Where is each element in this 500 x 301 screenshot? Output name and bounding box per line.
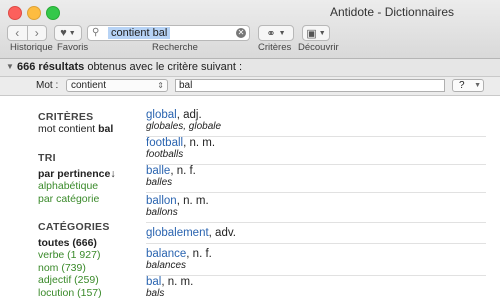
categories-title: CATÉGORIES	[38, 221, 110, 233]
result-forms: balances	[146, 260, 187, 271]
favorites-label: Favoris	[57, 42, 89, 53]
help-button[interactable]: ? ▼	[452, 79, 484, 92]
history-nav: ‹ ›	[7, 25, 47, 41]
forward-icon[interactable]: ›	[28, 26, 47, 40]
category-locution[interactable]: locution (157)	[38, 287, 110, 300]
results-header: ▼ 666 résultats obtenus avec le critère …	[0, 59, 500, 77]
chevron-down-icon: ▼	[474, 82, 481, 89]
result-grammar: , adj.	[176, 109, 202, 121]
criteria-line: mot contient	[38, 123, 99, 135]
result-item[interactable]: globalement, adv.	[146, 227, 486, 244]
result-item[interactable]: football, n. m. footballs	[146, 137, 486, 165]
result-forms: balles	[146, 177, 173, 188]
minimize-window-button[interactable]	[27, 6, 41, 20]
favorites-button[interactable]: ♥ ▼	[54, 25, 82, 41]
result-grammar: , adv.	[208, 227, 236, 239]
zoom-window-button[interactable]	[46, 6, 60, 20]
binoculars-icon: ⚭	[266, 27, 276, 40]
result-count: 666 résultats	[17, 61, 85, 73]
result-word[interactable]: bal	[146, 276, 161, 288]
sort-option-category[interactable]: par catégorie	[38, 193, 116, 206]
result-word[interactable]: globalement	[146, 227, 209, 239]
app-window: Antidote - Dictionnaires ‹ › ♥ ▼ ⚲ contie…	[0, 0, 500, 301]
criteria-section: CRITÈRES mot contient bal	[38, 111, 113, 135]
result-grammar: , n. m.	[183, 137, 216, 149]
help-label: ?	[459, 80, 465, 91]
criterion-value-input[interactable]: bal	[175, 79, 445, 92]
clear-search-icon[interactable]: ✕	[236, 28, 246, 38]
result-forms: footballs	[146, 149, 184, 160]
window-title: Antidote - Dictionnaires	[330, 5, 455, 19]
result-item[interactable]: balle, n. f. balles	[146, 165, 486, 193]
result-word[interactable]: football	[146, 137, 183, 149]
result-grammar: , n. m.	[161, 276, 194, 288]
heart-icon: ♥	[60, 27, 67, 39]
title-toolbar: Antidote - Dictionnaires ‹ › ♥ ▼ ⚲ contie…	[0, 0, 500, 59]
result-forms: bals	[146, 288, 165, 299]
result-item[interactable]: global, adj. globales, globale	[146, 109, 486, 137]
search-icon: ⚲	[92, 27, 100, 38]
result-word[interactable]: balance	[146, 248, 186, 260]
history-label: Historique	[10, 42, 53, 53]
shirt-icon: ▣	[306, 27, 317, 40]
select-arrows-icon: ⇕	[157, 81, 164, 90]
result-forms: globales, globale	[146, 121, 222, 132]
category-verb[interactable]: verbe (1 927)	[38, 249, 110, 262]
result-grammar: , n. f.	[170, 165, 196, 177]
result-word[interactable]: balle	[146, 165, 170, 177]
category-noun[interactable]: nom (739)	[38, 262, 110, 275]
sort-option-relevance[interactable]: par pertinence↓	[38, 168, 116, 181]
result-grammar: , n. f.	[186, 248, 212, 260]
result-item[interactable]: ballon, n. m. ballons	[146, 195, 486, 223]
criteria-word: bal	[98, 123, 114, 135]
criteria-label: Critères	[258, 42, 292, 53]
criteria-button[interactable]: ⚭ ▼	[258, 25, 294, 41]
sort-section: TRI par pertinence↓ alphabétique par cat…	[38, 152, 116, 205]
close-window-button[interactable]	[8, 6, 22, 20]
search-input[interactable]: contient bal	[108, 27, 171, 39]
category-adjective[interactable]: adjectif (259)	[38, 274, 110, 287]
criterion-mode-value: contient	[71, 80, 107, 91]
results-list: global, adj. globales, globale football,…	[135, 96, 500, 301]
result-grammar: , n. m.	[176, 195, 209, 207]
criteria-title: CRITÈRES	[38, 111, 94, 123]
sort-option-alphabetical[interactable]: alphabétique	[38, 180, 116, 193]
criterion-mode-select[interactable]: contient ⇕	[66, 79, 168, 92]
discover-label: Découvrir	[298, 42, 339, 53]
sort-title: TRI	[38, 152, 56, 164]
chevron-down-icon: ▼	[68, 29, 76, 37]
result-forms: ballons	[146, 207, 178, 218]
result-word[interactable]: global	[146, 109, 177, 121]
search-field[interactable]: ⚲ contient bal ✕	[87, 25, 250, 41]
categories-section: CATÉGORIES toutes (666) verbe (1 927) no…	[38, 221, 110, 299]
result-word[interactable]: ballon	[146, 195, 177, 207]
search-label: Recherche	[152, 42, 198, 53]
criteria-row: Mot : contient ⇕ bal ? ▼	[0, 77, 500, 96]
result-item[interactable]: bal, n. m. bals	[146, 276, 486, 300]
chevron-down-icon: ▼	[318, 29, 326, 37]
result-item[interactable]: balance, n. f. balances	[146, 248, 486, 276]
discover-button[interactable]: ▣ ▼	[302, 25, 330, 41]
result-header-text: obtenus avec le critère suivant :	[84, 61, 243, 73]
filter-sidebar: CRITÈRES mot contient bal TRI par pertin…	[0, 96, 135, 301]
word-criterion-label: Mot :	[36, 80, 59, 91]
category-all[interactable]: toutes (666)	[38, 237, 110, 250]
back-icon[interactable]: ‹	[8, 26, 28, 40]
chevron-down-icon: ▼	[278, 29, 286, 37]
disclosure-triangle-icon[interactable]: ▼	[6, 62, 14, 71]
criterion-value: bal	[179, 80, 193, 91]
